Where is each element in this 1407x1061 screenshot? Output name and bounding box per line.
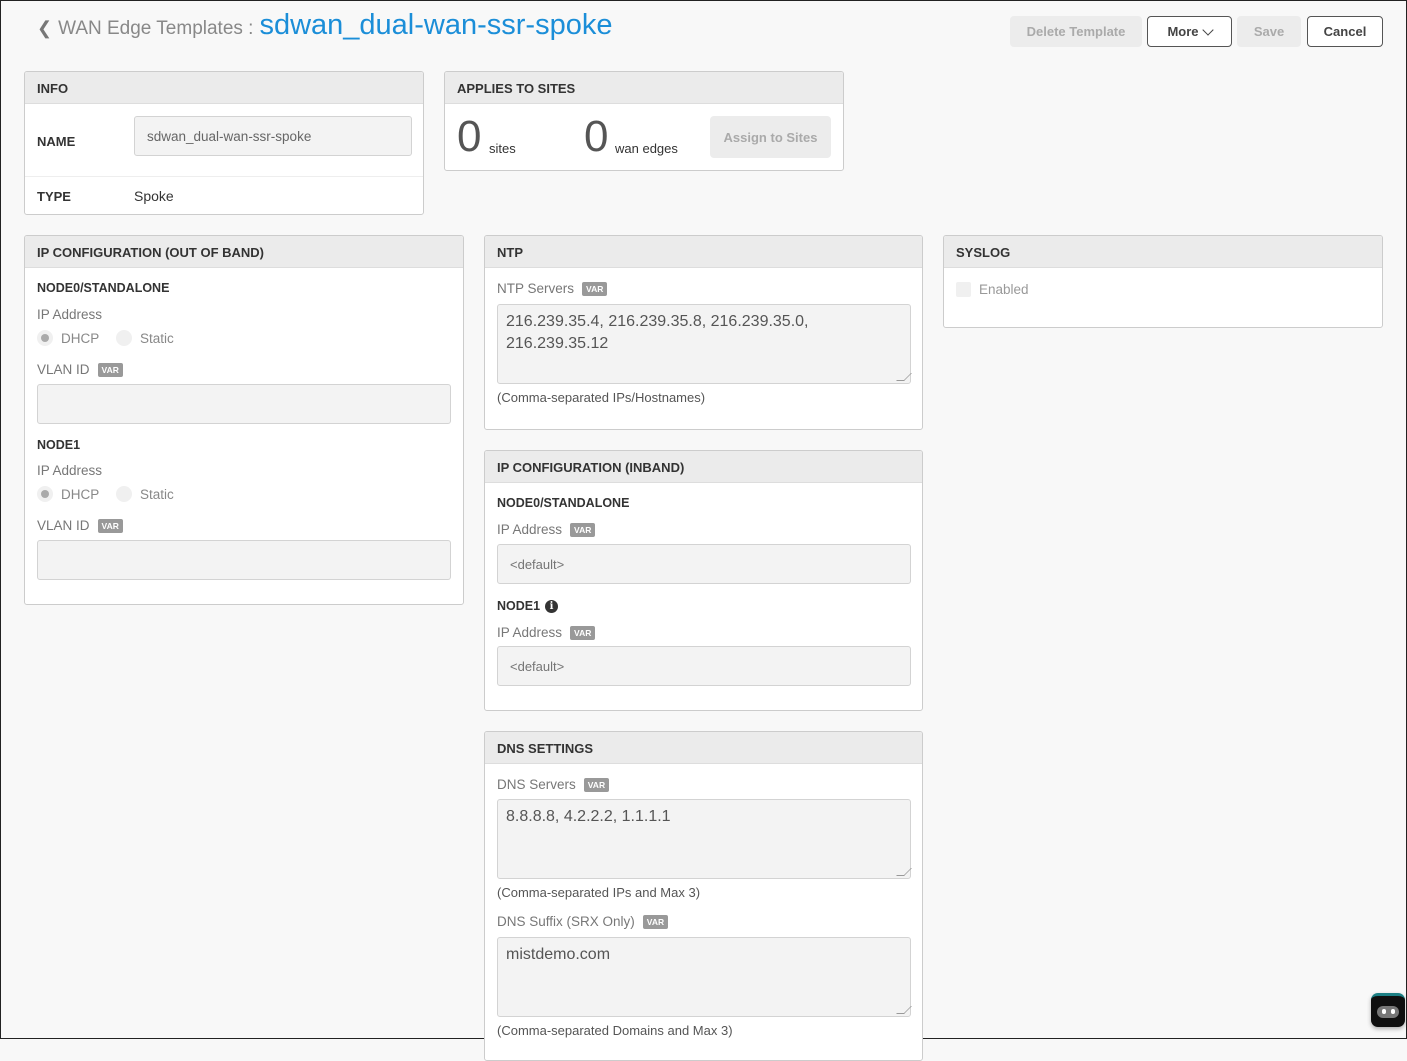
name-input[interactable] [134,116,412,156]
dns-settings-panel: DNS SETTINGS DNS Servers VAR 8.8.8.8, 4.2… [484,731,923,1061]
var-badge: VAR [570,625,596,640]
sites-label: sites [489,141,516,156]
wan-edges-count: 0 [584,112,609,161]
oob-node0-static-radio[interactable]: Static [116,330,174,346]
dhcp-label: DHCP [61,330,100,346]
dns-title: DNS SETTINGS [485,732,922,764]
ip-config-inband-panel: IP CONFIGURATION (INBAND) NODE0/STANDALO… [484,450,923,711]
syslog-title: SYSLOG [944,236,1382,268]
vlan-label: VLAN ID [37,362,90,377]
inband-node1-ip-input[interactable] [497,646,911,686]
chatbot-assistant-icon[interactable] [1371,993,1405,1027]
save-button[interactable]: Save [1237,16,1301,47]
sites-count: 0 [457,112,482,161]
delete-template-button[interactable]: Delete Template [1010,16,1142,47]
dns-suffix-hint: (Comma-separated Domains and Max 3) [497,1023,733,1038]
syslog-enabled-checkbox[interactable]: Enabled [956,282,1029,297]
inband-node0-ip-input[interactable] [497,544,911,584]
label-text: DNS Suffix (SRX Only) [497,914,635,929]
oob-node1-vlan-input[interactable] [37,540,451,580]
label-text: DNS Servers [497,777,576,792]
oob-title: IP CONFIGURATION (OUT OF BAND) [25,236,463,268]
oob-node0-vlan-label: VLAN ID VAR [37,362,123,377]
template-name: sdwan_dual-wan-ssr-spoke [259,9,613,41]
inband-title: IP CONFIGURATION (INBAND) [485,451,922,483]
back-chevron-icon[interactable]: ❮ [37,18,52,39]
page-title: ❮ WAN Edge Templates : sdwan_dual-wan-ss… [37,9,612,42]
ntp-hint: (Comma-separated IPs/Hostnames) [497,390,706,405]
label-text: NTP Servers [497,281,575,296]
breadcrumb-link[interactable]: WAN Edge Templates : [58,18,253,40]
var-badge: VAR [97,362,123,377]
oob-node0-title: NODE0/STANDALONE [37,281,170,295]
dhcp-label: DHCP [61,486,100,502]
var-badge: VAR [642,914,669,929]
dns-servers-hint: (Comma-separated IPs and Max 3) [497,885,701,900]
ntp-servers-textarea[interactable]: 216.239.35.4, 216.239.35.8, 216.239.35.0… [497,304,911,384]
wan-edges-label: wan edges [615,141,678,156]
applies-to-sites-panel: APPLIES TO SITES 0 sites 0 wan edges Ass… [444,71,844,171]
enabled-label: Enabled [979,282,1029,297]
dns-servers-label: DNS Servers VAR [497,777,610,792]
radio-selected-icon [37,486,53,502]
assign-to-sites-button[interactable]: Assign to Sites [710,116,831,158]
syslog-panel: SYSLOG Enabled [943,235,1383,328]
oob-node1-ip-label: IP Address [37,463,103,478]
vlan-label: VLAN ID [37,518,90,533]
dns-servers-textarea[interactable]: 8.8.8.8, 4.2.2.2, 1.1.1.1 [497,799,911,879]
more-button[interactable]: More [1147,16,1232,47]
radio-icon [116,486,132,502]
radio-icon [116,330,132,346]
inband-node1-ip-label: IP Address VAR [497,625,596,640]
label-text: IP Address [497,522,563,537]
oob-node0-ip-label: IP Address [37,307,103,322]
inband-node0-title: NODE0/STANDALONE [497,496,630,510]
type-label: TYPE [37,189,71,204]
inband-node0-ip-label: IP Address VAR [497,522,596,537]
type-value: Spoke [134,188,174,204]
dns-suffix-label: DNS Suffix (SRX Only) VAR [497,914,669,929]
oob-node1-dhcp-radio[interactable]: DHCP [37,486,99,502]
ip-config-oob-panel: IP CONFIGURATION (OUT OF BAND) NODE0/STA… [24,235,464,605]
oob-node0-vlan-input[interactable] [37,384,451,424]
dns-suffix-textarea[interactable]: mistdemo.com [497,937,911,1017]
info-title: INFO [25,72,423,104]
oob-node1-title: NODE1 [37,438,81,452]
name-label: NAME [37,134,76,149]
static-label: Static [140,486,174,502]
bot-face-icon [1377,1005,1399,1018]
info-panel: INFO NAME TYPE Spoke [24,71,424,215]
checkbox-icon [956,282,971,297]
info-icon[interactable]: i [545,599,559,613]
inband-node1-title: NODE1 [497,599,541,613]
oob-node0-dhcp-radio[interactable]: DHCP [37,330,99,346]
more-label: More [1167,24,1199,39]
chevron-down-icon [1201,23,1214,36]
var-badge: VAR [570,522,596,537]
applies-title: APPLIES TO SITES [445,72,843,104]
ntp-title: NTP [485,236,922,268]
oob-node1-static-radio[interactable]: Static [116,486,174,502]
oob-node1-vlan-label: VLAN ID VAR [37,518,123,533]
static-label: Static [140,330,174,346]
cancel-button[interactable]: Cancel [1307,16,1383,47]
ntp-panel: NTP NTP Servers VAR 216.239.35.4, 216.239… [484,235,923,430]
label-text: IP Address [497,625,563,640]
ntp-servers-label: NTP Servers VAR [497,281,608,296]
var-badge: VAR [97,518,123,533]
radio-selected-icon [37,330,53,346]
var-badge: VAR [582,281,608,296]
var-badge: VAR [583,777,610,792]
inband-node1-heading: NODE1 i [497,599,559,613]
